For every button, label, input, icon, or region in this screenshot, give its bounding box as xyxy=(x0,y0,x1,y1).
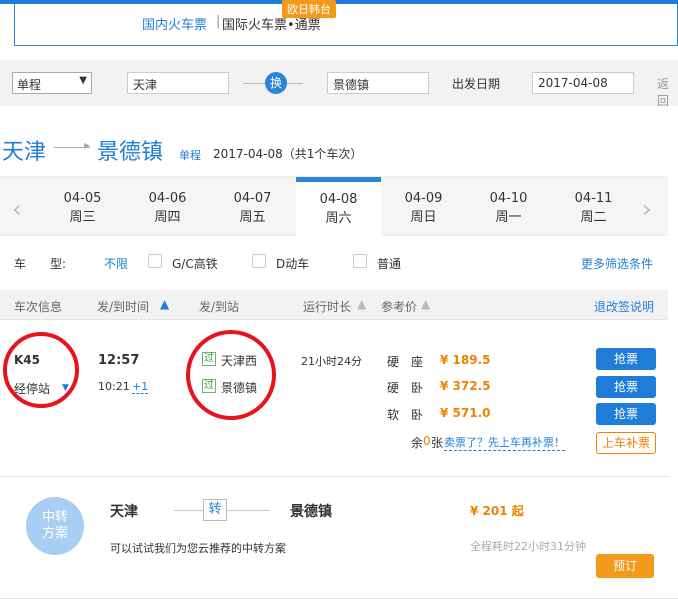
date-tab-weekday: 周日 xyxy=(410,210,437,225)
plus-day-badge: +1 xyxy=(132,380,149,394)
to-station-input[interactable]: 景德镇 xyxy=(327,72,429,94)
transfer-to: 景德镇 xyxy=(290,504,332,520)
date-tab-date: 04-07 xyxy=(233,191,272,206)
transfer-from: 天津 xyxy=(110,504,138,520)
book-button[interactable]: 预订 xyxy=(596,554,654,578)
arrival-time: 10:21 xyxy=(98,380,130,393)
date-tab-weekday: 周三 xyxy=(69,210,96,225)
train-row: K45 经停站 ▼ 12:57 10:21 +1 过 天津西 过 景德镇 21小… xyxy=(0,322,668,477)
refund-rules-link[interactable]: 退改签说明 xyxy=(594,298,654,315)
seat-price: ¥ 372.5 xyxy=(440,379,491,393)
seat-type: 硬 卧 xyxy=(387,381,424,395)
chevron-left-icon[interactable]: ‹ xyxy=(12,195,22,223)
trip-type-select[interactable]: 单程 ▼ xyxy=(12,72,92,94)
transfer-price: ¥ 201 起 xyxy=(470,504,524,518)
filter-gc-label: G/C高铁 xyxy=(172,257,218,271)
route-from: 天津 xyxy=(2,140,47,165)
chevron-right-icon[interactable]: › xyxy=(642,195,652,223)
seat-price: ¥ 571.0 xyxy=(440,406,491,420)
date-tab-date: 04-09 xyxy=(404,191,443,206)
seat-price: ¥ 189.5 xyxy=(440,353,491,367)
sort-icon[interactable]: ▲ xyxy=(421,297,430,311)
grab-ticket-button[interactable]: 抢票 xyxy=(596,403,656,425)
filter-d-label: D动车 xyxy=(276,257,310,271)
date-tab-weekday: 周六 xyxy=(325,211,352,226)
transfer-logo: 中转 方案 xyxy=(26,497,84,555)
checkbox-gc[interactable] xyxy=(148,254,162,268)
sort-up-icon[interactable]: ▲ xyxy=(160,297,169,311)
date-tab[interactable]: 04-05 周三 xyxy=(40,177,125,237)
date-tab-active[interactable]: 04-08 周六 xyxy=(296,177,381,237)
date-input[interactable]: 2017-04-08 xyxy=(532,72,634,94)
col-station: 发/到站 xyxy=(199,300,240,314)
duration: 21小时24分 xyxy=(301,355,362,368)
filter-label: 车 型: xyxy=(14,257,67,271)
dropdown-arrow-icon: ▼ xyxy=(79,75,87,86)
return-label[interactable]: 返回 xyxy=(657,75,678,109)
transfer-logo-line1: 中转 xyxy=(41,510,68,525)
trip-type-value: 单程 xyxy=(17,78,42,92)
divider xyxy=(0,598,678,599)
route-to: 景德镇 xyxy=(97,140,164,165)
sort-icon[interactable]: ▲ xyxy=(357,297,366,311)
departure-time: 12:57 xyxy=(98,353,140,368)
tab-box xyxy=(14,4,678,46)
date-tab-date: 04-08 xyxy=(319,192,358,207)
date-tab-date: 04-06 xyxy=(148,191,187,206)
date-tab[interactable]: 04-11 周二 xyxy=(551,177,636,237)
route-arrow-head-icon: ▶ xyxy=(84,141,91,150)
highlight-circle xyxy=(3,332,79,408)
date-tab-date: 04-05 xyxy=(63,191,102,206)
date-tab[interactable]: 04-07 周五 xyxy=(210,177,295,237)
date-tab-date: 04-11 xyxy=(574,191,613,206)
leftover-unit: 张 xyxy=(431,436,444,450)
transfer-badge: 转 xyxy=(203,499,227,521)
date-tab[interactable]: 04-06 周四 xyxy=(125,177,210,237)
date-tab-weekday: 周四 xyxy=(154,210,181,225)
tab-separator: | xyxy=(216,14,221,29)
transfer-total-time: 全程耗时22小时31分钟 xyxy=(470,540,586,553)
date-tab-date: 04-10 xyxy=(489,191,528,206)
more-filters-link[interactable]: 更多筛选条件 xyxy=(581,255,653,272)
date-selector: ‹ 04-05 周三 04-06 周四 04-07 周五 04-08 周六 04-09 周… xyxy=(0,176,668,237)
leftover-prefix: 余 xyxy=(411,436,424,450)
checkbox-d[interactable] xyxy=(252,254,266,268)
promo-badge: 欧日韩台 xyxy=(282,0,336,18)
leftover-zero: 0 xyxy=(423,434,431,448)
transfer-logo-line2: 方案 xyxy=(41,526,68,541)
filter-normal-label: 普通 xyxy=(377,257,402,271)
col-time[interactable]: 发/到时间 xyxy=(97,298,149,315)
grab-ticket-button[interactable]: 抢票 xyxy=(596,376,656,398)
highlight-circle xyxy=(186,330,276,420)
date-tab-weekday: 周一 xyxy=(495,210,522,225)
date-tab[interactable]: 04-10 周一 xyxy=(466,177,551,237)
onboard-ticket-button[interactable]: 上车补票 xyxy=(596,432,656,454)
search-bar: 单程 ▼ 天津 换 景德镇 出发日期 2017-04-08 返回 xyxy=(0,60,678,109)
filter-row: 车 型: 不限 G/C高铁 D动车 普通 更多筛选条件 xyxy=(0,250,668,276)
route-trip-type: 单程 xyxy=(179,149,201,162)
transfer-tip: 可以试试我们为您云推荐的中转方案 xyxy=(110,542,286,555)
seat-type: 软 卧 xyxy=(387,408,424,422)
col-train: 车次信息 xyxy=(14,300,63,314)
from-station-input[interactable]: 天津 xyxy=(127,72,229,94)
checkbox-normal[interactable] xyxy=(353,254,367,268)
route-summary: 2017-04-08（共1个车次） xyxy=(213,147,363,161)
filter-unlimited[interactable]: 不限 xyxy=(104,255,128,272)
date-tab-weekday: 周二 xyxy=(580,210,607,225)
grab-ticket-button[interactable]: 抢票 xyxy=(596,348,656,370)
seat-type: 硬 座 xyxy=(387,355,424,369)
table-header: 车次信息 发/到时间 ▲ 发/到站 运行时长 ▲ 参考价 ▲ 退改签说明 xyxy=(0,290,668,320)
sold-out-link[interactable]: 卖票了？先上车再补票！ xyxy=(444,434,565,451)
date-tab-weekday: 周五 xyxy=(239,210,266,225)
col-price: 参考价 xyxy=(381,300,418,314)
col-duration[interactable]: 运行时长 xyxy=(303,298,351,315)
tab-domestic-train[interactable]: 国内火车票 xyxy=(142,14,207,33)
date-tab[interactable]: 04-09 周日 xyxy=(381,177,466,237)
date-label: 出发日期 xyxy=(452,77,501,91)
swap-button[interactable]: 换 xyxy=(265,72,287,94)
